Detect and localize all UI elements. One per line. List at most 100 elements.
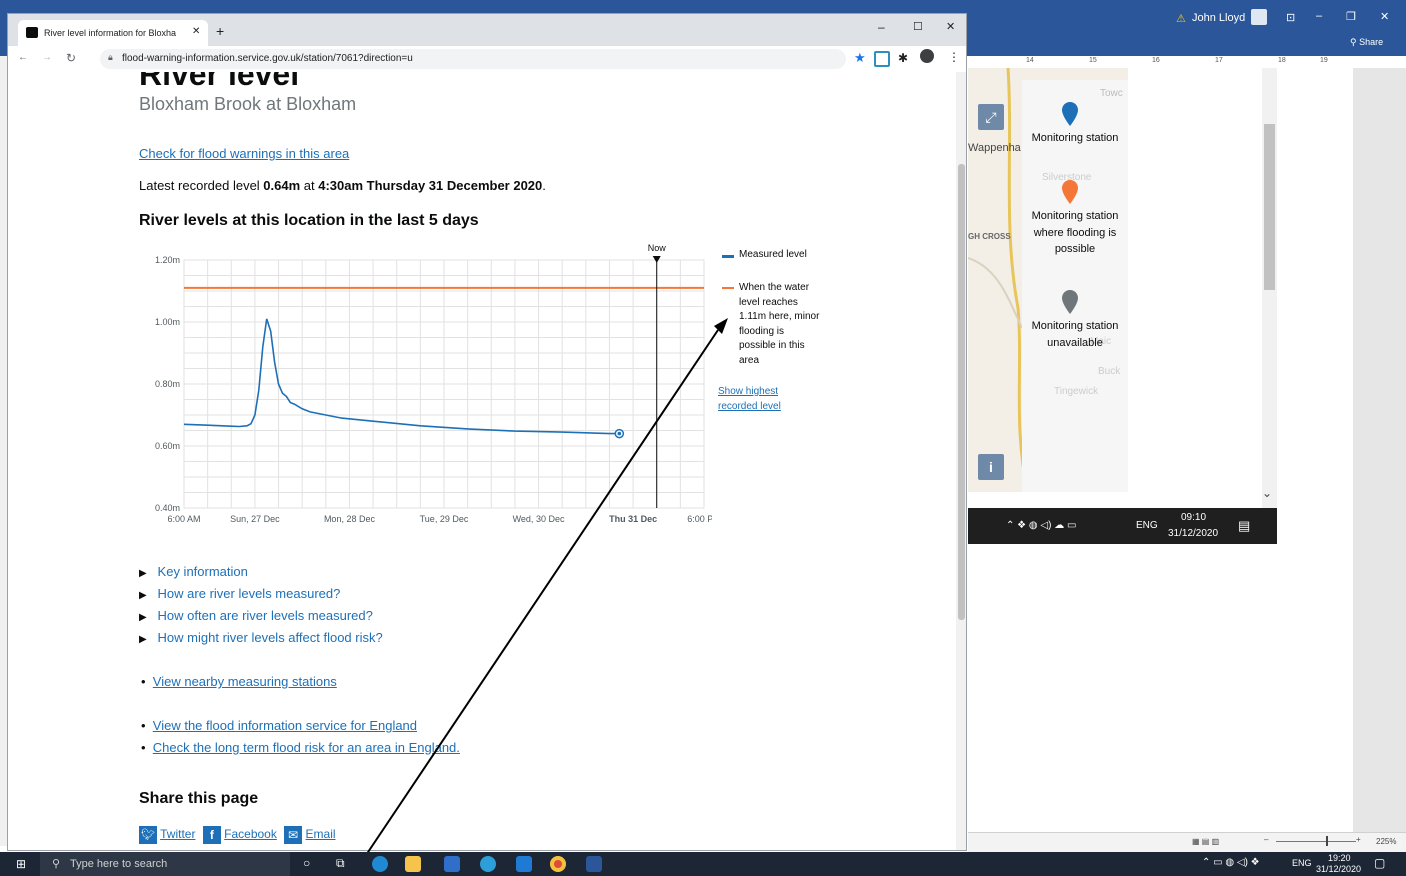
x-tick-label: 6:00 AM	[167, 514, 200, 524]
facebook-icon[interactable]: f	[202, 826, 221, 844]
legend-threshold-line: When the water	[739, 282, 810, 293]
close-tab-icon[interactable]: ✕	[192, 26, 200, 37]
person-icon: ⚲	[1350, 37, 1360, 47]
map-place-label: Towc	[1100, 88, 1123, 99]
chrome-icon[interactable]	[550, 856, 566, 872]
puzzle-icon[interactable]: ✱	[898, 51, 908, 65]
word-icon[interactable]	[586, 856, 602, 872]
windows-taskbar: ⊞ ⚲ Type here to search ○ ⧉ ⌃ ▭ ◍ ◁) ❖ E…	[0, 852, 1406, 876]
facebook-link[interactable]: Facebook	[224, 827, 277, 841]
user-name[interactable]: John Lloyd	[1192, 12, 1245, 24]
page-content: River level Bloxham Brook at Bloxham Che…	[8, 72, 956, 850]
twitter-icon[interactable]: 🐦︎	[139, 826, 157, 844]
long-term-risk-link[interactable]: Check the long term flood risk for an ar…	[153, 740, 460, 755]
bookmark-star-icon[interactable]: ★	[854, 50, 866, 66]
avatar[interactable]	[1251, 9, 1267, 25]
ribbon-display-icon[interactable]: ⊡	[1286, 11, 1295, 24]
river-level-chart[interactable]: 0.40m 0.60m 0.80m 1.00m 1.20m 6:00 AM Sun, 27 …	[132, 240, 712, 530]
details-key-information[interactable]: ▶ Key information	[139, 564, 248, 579]
x-tick-label: Sun, 27 Dec	[230, 514, 280, 524]
back-icon[interactable]: ←	[18, 52, 28, 63]
store-icon[interactable]	[444, 856, 460, 872]
new-tab-icon[interactable]: +	[216, 23, 224, 39]
govuk-favicon-icon	[26, 27, 38, 38]
url-text[interactable]: flood-warning-information.service.gov.uk…	[122, 53, 413, 64]
legend-label: Monitoring station unavailable	[1031, 320, 1119, 349]
close-icon[interactable]: ✕	[1380, 10, 1389, 23]
legend-measured-label: Measured level	[739, 249, 807, 260]
windows-start-icon[interactable]: ⊞	[16, 857, 26, 871]
x-tick-label: 6:00 PM	[687, 514, 712, 524]
zoom-level[interactable]: 225%	[1376, 837, 1396, 846]
extension-icon[interactable]	[874, 51, 890, 67]
y-tick-label: 1.20m	[155, 255, 180, 265]
x-tick-label: Tue, 29 Dec	[420, 514, 469, 524]
nearby-stations-link[interactable]: View nearby measuring stations	[153, 674, 337, 689]
minimize-icon[interactable]: –	[1316, 10, 1322, 22]
link-list-item: • Check the long term flood risk for an …	[141, 740, 460, 755]
forward-icon[interactable]: →	[42, 52, 52, 63]
page-subtitle: Bloxham Brook at Bloxham	[139, 94, 357, 114]
ruler-tick: 19	[1320, 57, 1328, 64]
view-icons[interactable]: ▦ ▤ ▥	[1192, 837, 1219, 846]
taskbar-date[interactable]: 31/12/2020	[1316, 864, 1361, 874]
triangle-right-icon: ▶	[139, 568, 147, 579]
details-how-measured[interactable]: ▶ How are river levels measured?	[139, 586, 340, 601]
task-view-icon[interactable]: ⧉	[336, 856, 345, 871]
twitter-link[interactable]: Twitter	[160, 827, 195, 841]
cortana-icon[interactable]: ○	[303, 856, 310, 870]
ruler-tick: 17	[1215, 57, 1223, 64]
mail-icon[interactable]	[516, 856, 532, 872]
warning-icon: ⚠	[1176, 13, 1186, 25]
info-icon[interactable]: i	[978, 454, 1004, 480]
details-how-often[interactable]: ▶ How often are river levels measured?	[139, 608, 373, 623]
now-label: Now	[648, 243, 667, 253]
gray-marker-icon	[1062, 290, 1078, 314]
share-heading: Share this page	[139, 790, 259, 807]
menu-icon[interactable]: ⋮	[948, 50, 960, 64]
latest-suffix: .	[542, 178, 546, 193]
chevron-down-icon[interactable]: ⌄	[1262, 486, 1272, 500]
ruler-tick: 15	[1089, 57, 1097, 64]
toolbar: ← → ↻ 🔒︎ flood-warning-information.servi…	[8, 46, 966, 73]
tray-lang: ENG	[1136, 520, 1158, 531]
word-status-bar: ▦ ▤ ▥ – + 225%	[968, 832, 1406, 853]
taskbar-search[interactable]: ⚲ Type here to search	[40, 852, 290, 876]
browser-tab[interactable]: River level information for Bloxha ✕	[18, 20, 208, 46]
triangle-right-icon: ▶	[139, 634, 147, 645]
email-icon[interactable]: ✉	[284, 826, 303, 844]
share-label: Share	[1359, 37, 1384, 47]
details-flood-risk[interactable]: ▶ How might river levels affect flood ri…	[139, 630, 383, 645]
maximize-icon[interactable]: ☐	[913, 20, 923, 33]
blue-marker-icon	[1062, 102, 1078, 126]
edge-icon[interactable]	[372, 856, 388, 872]
zoom-slider[interactable]: – +	[1264, 835, 1364, 847]
email-link[interactable]: Email	[306, 827, 336, 841]
page-scrollbar-thumb[interactable]	[958, 164, 965, 620]
x-tick-label: Mon, 28 Dec	[324, 514, 376, 524]
address-bar[interactable]: 🔒︎ flood-warning-information.service.gov…	[100, 49, 866, 69]
show-highest-level-link[interactable]: Show highest recorded level	[718, 385, 781, 414]
latest-mid: at	[300, 178, 319, 193]
legend-threshold-line: possible in this	[739, 340, 805, 351]
profile-icon[interactable]	[920, 49, 934, 63]
file-explorer-icon[interactable]	[405, 856, 421, 872]
action-center-icon[interactable]: ▢	[1374, 856, 1385, 870]
system-tray-icons[interactable]: ⌃ ▭ ◍ ◁) ❖	[1202, 857, 1260, 868]
tab-title: River level information for Bloxha	[44, 28, 177, 38]
expand-icon[interactable]: ⤢	[978, 104, 1004, 130]
taskbar-time[interactable]: 19:20	[1328, 853, 1351, 863]
chart-heading: River levels at this location in the las…	[139, 212, 479, 229]
restore-icon[interactable]: ❐	[1346, 10, 1356, 23]
share-button[interactable]: ⚲ Share	[1350, 37, 1383, 48]
map-scrollbar-thumb[interactable]	[1264, 124, 1275, 290]
app-icon[interactable]	[480, 856, 496, 872]
show-highest-line: Show highest	[718, 386, 779, 397]
flood-info-service-link[interactable]: View the flood information service for E…	[153, 718, 417, 733]
reload-icon[interactable]: ↻	[66, 51, 76, 65]
tab-strip: River level information for Bloxha ✕ + –…	[8, 14, 966, 46]
taskbar-lang[interactable]: ENG	[1292, 858, 1312, 868]
flood-warnings-link[interactable]: Check for flood warnings in this area	[139, 146, 349, 161]
close-window-icon[interactable]: ✕	[946, 20, 955, 33]
minimize-icon[interactable]: –	[878, 20, 885, 34]
